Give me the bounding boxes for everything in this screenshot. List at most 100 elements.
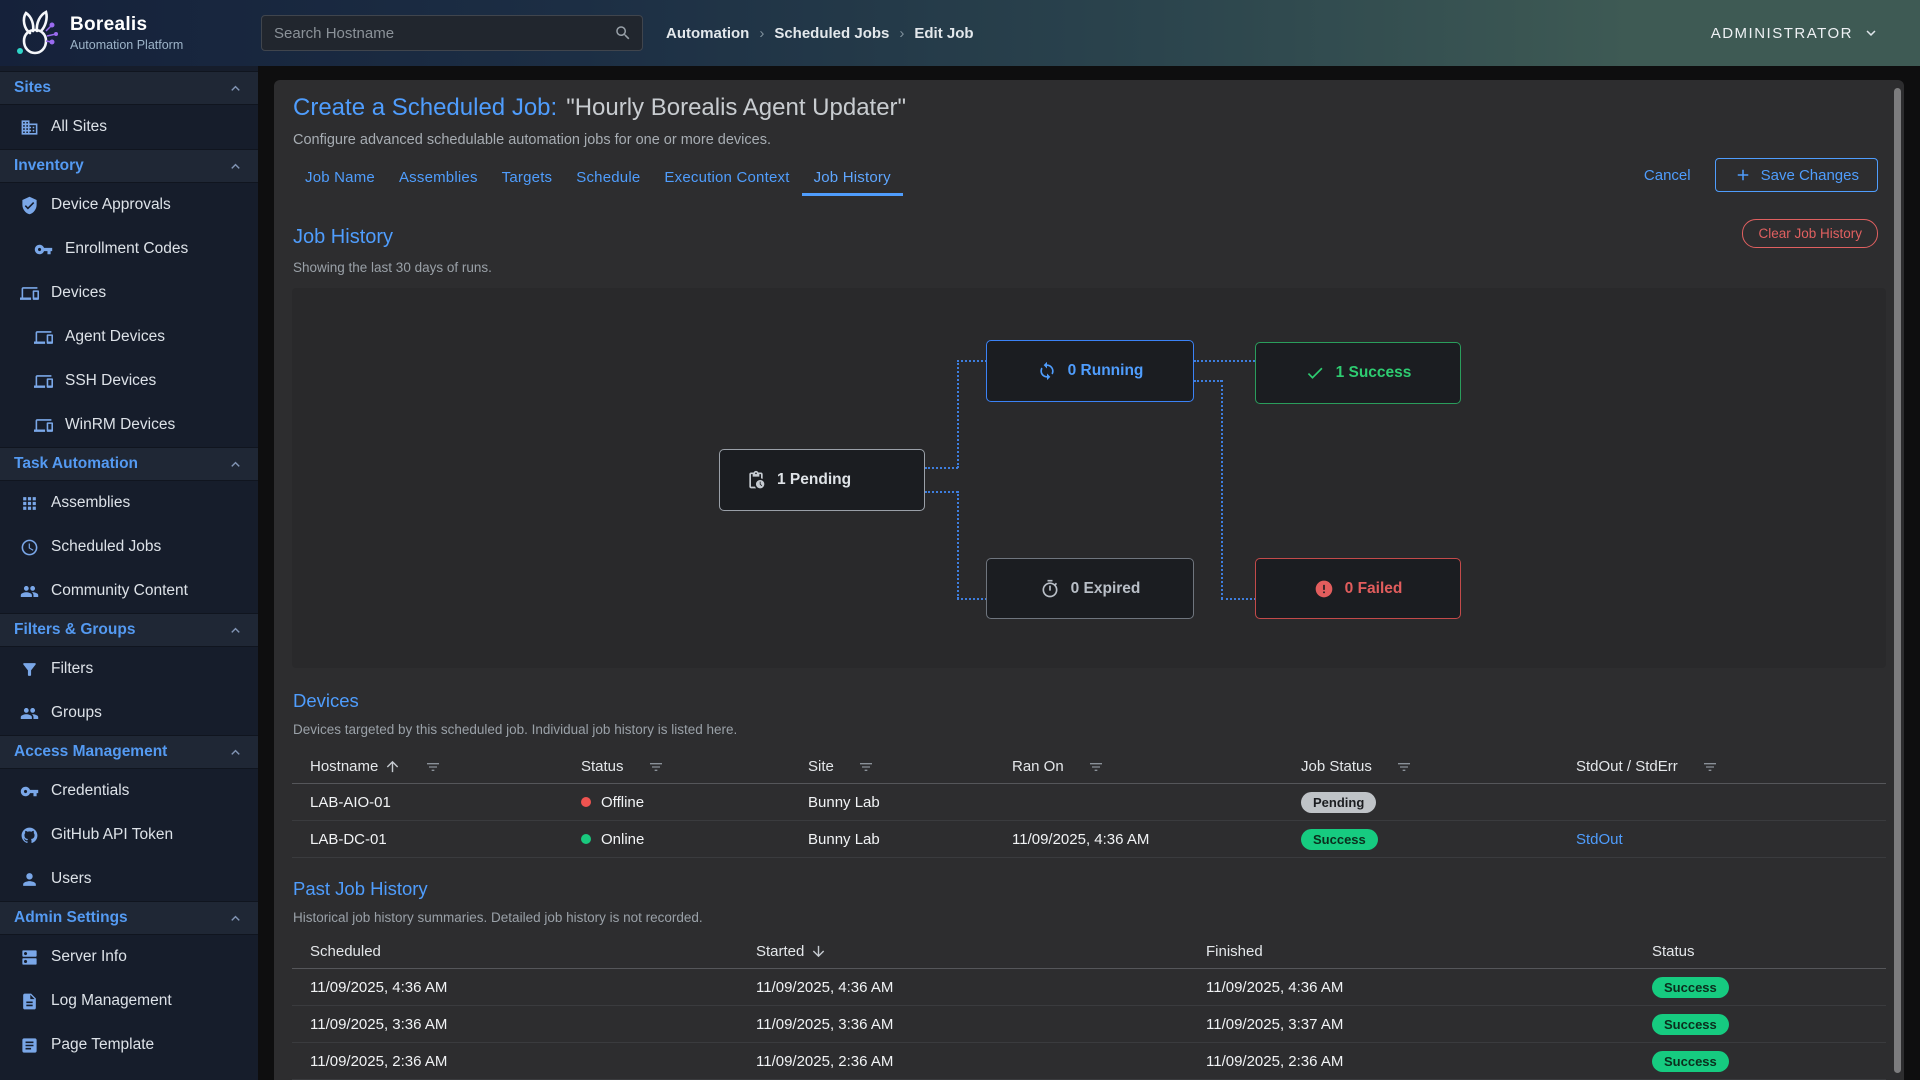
column-header-status[interactable]: Status xyxy=(563,758,790,775)
cell-site: Bunny Lab xyxy=(790,831,994,848)
chevron-up-icon xyxy=(227,744,244,761)
sidebar-section-access-management[interactable]: Access Management xyxy=(0,735,258,769)
sidebar-item-all-sites[interactable]: All Sites xyxy=(0,105,258,149)
devices-subheading: Devices targeted by this scheduled job. … xyxy=(293,722,737,737)
status-label: Offline xyxy=(601,794,644,811)
sidebar-item-label: SSH Devices xyxy=(65,372,156,390)
table-row: 11/09/2025, 4:36 AM 11/09/2025, 4:36 AM … xyxy=(292,969,1886,1006)
past-job-history-table: Scheduled Started Finished Status 11/09/… xyxy=(292,935,1886,1080)
column-header-ran-on[interactable]: Ran On xyxy=(994,758,1283,775)
column-header-status[interactable]: Status xyxy=(1634,943,1886,960)
online-status-dot xyxy=(581,834,591,844)
sidebar-item-filters[interactable]: Filters xyxy=(0,647,258,691)
sidebar-section-filters-groups[interactable]: Filters & Groups xyxy=(0,613,258,647)
stdout-link[interactable]: StdOut xyxy=(1576,831,1623,848)
vertical-scrollbar[interactable] xyxy=(1894,88,1901,1073)
tab-assemblies[interactable]: Assemblies xyxy=(387,162,490,196)
clear-job-history-button[interactable]: Clear Job History xyxy=(1742,219,1878,248)
table-row: 11/09/2025, 2:36 AM 11/09/2025, 2:36 AM … xyxy=(292,1043,1886,1080)
sidebar-item-page-template[interactable]: Page Template xyxy=(0,1023,258,1067)
sidebar-item-credentials[interactable]: Credentials xyxy=(0,769,258,813)
user-menu[interactable]: ADMINISTRATOR xyxy=(1711,0,1880,66)
flow-connector xyxy=(1221,380,1223,599)
cancel-button[interactable]: Cancel xyxy=(1644,167,1691,184)
sidebar-section-admin-settings[interactable]: Admin Settings xyxy=(0,901,258,935)
flow-node-pending: 1 Pending xyxy=(719,449,925,511)
sidebar-item-log-management[interactable]: Log Management xyxy=(0,979,258,1023)
edit-job-card: Create a Scheduled Job:"Hourly Borealis … xyxy=(274,80,1904,1080)
past-job-history-heading: Past Job History xyxy=(293,878,428,900)
sidebar-item-github-api-token[interactable]: GitHub API Token xyxy=(0,813,258,857)
user-menu-label: ADMINISTRATOR xyxy=(1711,25,1853,42)
document-icon xyxy=(20,992,39,1011)
filter-icon[interactable] xyxy=(858,759,874,775)
sidebar-item-enrollment-codes[interactable]: Enrollment Codes xyxy=(0,227,258,271)
sidebar-item-label: Assemblies xyxy=(51,494,130,512)
column-header-job-status[interactable]: Job Status xyxy=(1283,758,1558,775)
devices-icon xyxy=(34,372,53,391)
column-header-hostname[interactable]: Hostname xyxy=(292,758,563,775)
filter-icon[interactable] xyxy=(648,759,664,775)
sidebar-item-device-approvals[interactable]: Device Approvals xyxy=(0,183,258,227)
pending-clipboard-icon xyxy=(746,470,766,490)
sidebar-item-label: Community Content xyxy=(51,582,188,600)
column-label: Started xyxy=(756,943,804,960)
sidebar-section-inventory[interactable]: Inventory xyxy=(0,149,258,183)
flow-node-success: 1 Success xyxy=(1255,342,1461,404)
sidebar-item-groups[interactable]: Groups xyxy=(0,691,258,735)
tab-execution-context[interactable]: Execution Context xyxy=(652,162,801,196)
sidebar-item-winrm-devices[interactable]: WinRM Devices xyxy=(0,403,258,447)
cell-finished: 11/09/2025, 4:36 AM xyxy=(1188,979,1634,996)
column-header-finished[interactable]: Finished xyxy=(1188,943,1634,960)
cell-job-status: Pending xyxy=(1283,792,1558,813)
sort-descending-icon xyxy=(810,943,827,960)
brand-title: Borealis xyxy=(70,14,183,36)
filter-icon[interactable] xyxy=(425,759,441,775)
save-changes-label: Save Changes xyxy=(1761,167,1859,184)
person-icon xyxy=(20,870,39,889)
sidebar-item-agent-devices[interactable]: Agent Devices xyxy=(0,315,258,359)
flow-node-failed: 0 Failed xyxy=(1255,558,1461,619)
column-header-site[interactable]: Site xyxy=(790,758,994,775)
sidebar-section-task-automation[interactable]: Task Automation xyxy=(0,447,258,481)
sidebar-item-users[interactable]: Users xyxy=(0,857,258,901)
breadcrumb-automation[interactable]: Automation xyxy=(666,25,749,42)
tab-job-history[interactable]: Job History xyxy=(802,162,903,196)
flow-connector xyxy=(925,467,958,469)
filter-icon[interactable] xyxy=(1088,759,1104,775)
column-label: Site xyxy=(808,758,834,775)
tab-targets[interactable]: Targets xyxy=(490,162,565,196)
column-header-started[interactable]: Started xyxy=(738,943,1188,960)
flow-connector xyxy=(957,491,959,599)
flow-node-running: 0 Running xyxy=(986,340,1194,402)
cell-scheduled: 11/09/2025, 4:36 AM xyxy=(292,979,738,996)
cell-hostname: LAB-DC-01 xyxy=(292,831,563,848)
save-changes-button[interactable]: Save Changes xyxy=(1715,158,1878,192)
search-input[interactable] xyxy=(262,25,614,42)
sidebar-item-scheduled-jobs[interactable]: Scheduled Jobs xyxy=(0,525,258,569)
sidebar-section-sites[interactable]: Sites xyxy=(0,71,258,105)
devices-icon xyxy=(34,328,53,347)
sidebar-item-community-content[interactable]: Community Content xyxy=(0,569,258,613)
sidebar-item-ssh-devices[interactable]: SSH Devices xyxy=(0,359,258,403)
past-job-history-subheading: Historical job history summaries. Detail… xyxy=(293,910,703,925)
sidebar-item-devices[interactable]: Devices xyxy=(0,271,258,315)
column-header-stdout-stderr[interactable]: StdOut / StdErr xyxy=(1558,758,1886,775)
tab-job-name[interactable]: Job Name xyxy=(293,162,387,196)
sync-icon xyxy=(1037,361,1057,381)
flow-node-failed-label: 0 Failed xyxy=(1345,580,1403,598)
grid-icon xyxy=(20,494,39,513)
sidebar-item-server-info[interactable]: Server Info xyxy=(0,935,258,979)
breadcrumb-scheduled-jobs[interactable]: Scheduled Jobs xyxy=(774,25,889,42)
column-label: Status xyxy=(581,758,624,775)
sidebar-item-label: Filters xyxy=(51,660,93,678)
chevron-up-icon xyxy=(227,910,244,927)
sidebar-item-assemblies[interactable]: Assemblies xyxy=(0,481,258,525)
filter-icon[interactable] xyxy=(1702,759,1718,775)
tab-schedule[interactable]: Schedule xyxy=(564,162,652,196)
column-header-scheduled[interactable]: Scheduled xyxy=(292,943,738,960)
devices-icon xyxy=(20,284,39,303)
job-status-flow-diagram: 1 Pending 0 Running 1 Success 0 Expired … xyxy=(292,288,1886,668)
filter-icon[interactable] xyxy=(1396,759,1412,775)
sidebar-item-label: Scheduled Jobs xyxy=(51,538,161,556)
